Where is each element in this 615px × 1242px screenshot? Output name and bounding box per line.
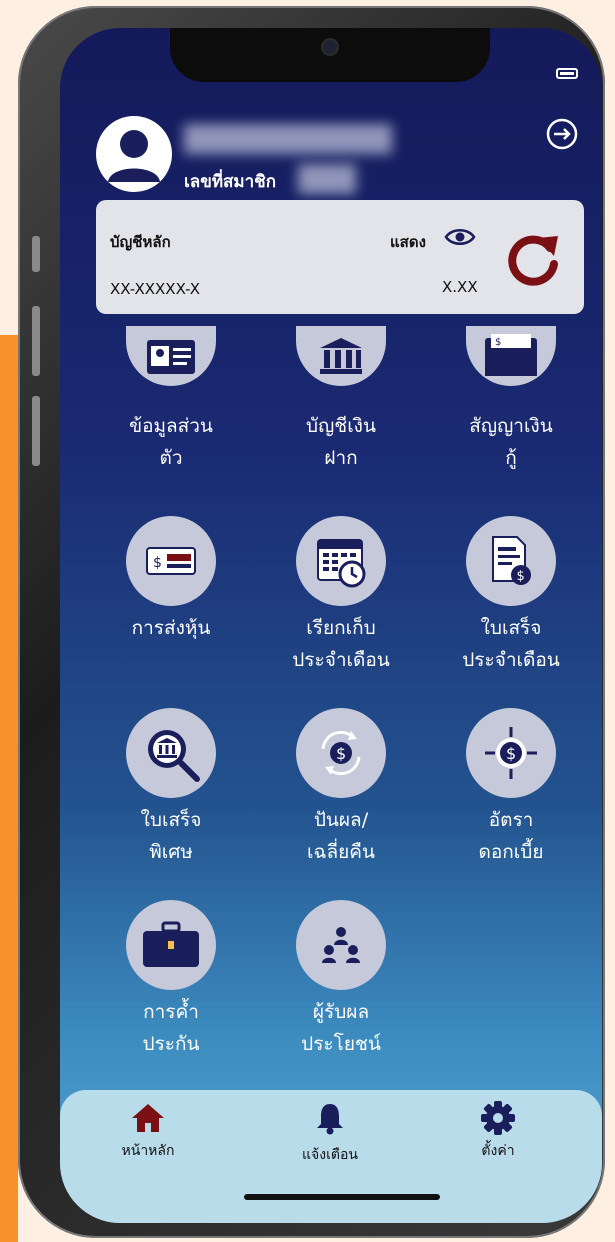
menu-label-line2: ประกัน (142, 1033, 200, 1055)
tab-settings-label: ตั้งค่า (481, 1143, 515, 1159)
menu-label-line2: ฝาก (324, 447, 358, 469)
menu-label-line1: ใบเสร็จ (480, 617, 542, 639)
home-icon (132, 1104, 164, 1132)
menu-label-line2: ประโยชน์ (301, 1033, 381, 1055)
main-account-card[interactable]: บัญชีหลัก XX-XXXXX-X แสดง X.XX (96, 200, 584, 314)
tab-settings[interactable]: ตั้งค่า (438, 1100, 558, 1162)
background-accent-bar (0, 335, 18, 1242)
menu-label-line2: เฉลี่ยคืน (307, 841, 375, 863)
menu-label-line2: ดอกเบี้ย (478, 841, 544, 863)
user-icon (108, 130, 160, 182)
home-indicator[interactable] (244, 1194, 440, 1200)
menu-label-line2: พิเศษ (149, 841, 193, 863)
volume-down-button (32, 396, 40, 466)
menu-label-line1: ผู้รับผล (312, 1001, 370, 1023)
calendar-clock-icon (296, 516, 386, 606)
tab-home-label: หน้าหลัก (121, 1143, 175, 1159)
menu-label-line1: ใบเสร็จ (140, 809, 202, 831)
svg-text:$: $ (336, 744, 346, 763)
folder-money-icon: $ (466, 326, 556, 386)
menu-label-line1: อัตรา (488, 809, 534, 831)
volume-up-button (32, 306, 40, 376)
account-number: XX-XXXXX-X (110, 280, 201, 298)
menu-label-line2: ประจำเดือน (462, 649, 560, 671)
tab-notifications[interactable]: แจ้งเตือน (270, 1100, 390, 1166)
mute-switch (32, 236, 40, 272)
member-name-redacted (184, 124, 392, 154)
eye-icon[interactable] (444, 226, 476, 248)
account-title: บัญชีหลัก (110, 233, 171, 251)
id-card-icon (126, 326, 216, 386)
member-number-label: เลขที่สมาชิก (184, 172, 277, 192)
tab-notifications-label: แจ้งเตือน (302, 1147, 358, 1163)
bell-icon (317, 1104, 343, 1135)
svg-text:$: $ (153, 555, 162, 571)
bottom-tab-bar: หน้าหลัก แจ้งเตือน ตั้งค่า (60, 1090, 602, 1223)
briefcase-icon (126, 900, 216, 990)
avatar[interactable] (96, 116, 172, 192)
gear-icon (481, 1101, 515, 1135)
bank-icon (296, 326, 386, 386)
receipt-icon: $ (466, 516, 556, 606)
app-screen: เลขที่สมาชิก บัญชีหลัก XX-XXXXX-X แสดง X… (60, 28, 602, 1223)
menu-label-line1: สัญญาเงิน (469, 415, 553, 437)
svg-text:$: $ (506, 744, 516, 763)
battery-icon (556, 68, 578, 79)
svg-text:$: $ (495, 337, 501, 348)
account-balance: X.XX (442, 278, 478, 296)
refresh-icon[interactable] (504, 230, 562, 288)
menu-label-line2: ประจำเดือน (292, 649, 390, 671)
coin-cycle-icon: $ (296, 708, 386, 798)
coin-target-icon: $ (466, 708, 556, 798)
menu-label-line1: ปันผล/ (313, 809, 369, 831)
menu-label-line1: การส่งหุ้น (131, 617, 211, 639)
menu-label-line1: ข้อมูลส่วน (129, 415, 213, 437)
menu-label-line1: การค้ำ (143, 1001, 199, 1023)
menu-label-line2: ตัว (159, 447, 183, 469)
phone-frame: เลขที่สมาชิก บัญชีหลัก XX-XXXXX-X แสดง X… (18, 6, 605, 1238)
show-balance-label[interactable]: แสดง (390, 230, 426, 254)
logout-icon[interactable] (544, 116, 580, 152)
camera (323, 40, 337, 54)
notch (170, 28, 490, 82)
menu-label-line1: เรียกเก็บ (306, 617, 376, 639)
member-number-redacted (298, 164, 356, 194)
menu-label-line1: บัญชีเงิน (306, 415, 376, 437)
svg-text:$: $ (517, 569, 525, 584)
people-icon (296, 900, 386, 990)
search-bank-icon (126, 708, 216, 798)
tab-home[interactable]: หน้าหลัก (88, 1100, 208, 1162)
menu-label-line2: กู้ (505, 447, 517, 469)
money-bill-icon: $ (126, 516, 216, 606)
